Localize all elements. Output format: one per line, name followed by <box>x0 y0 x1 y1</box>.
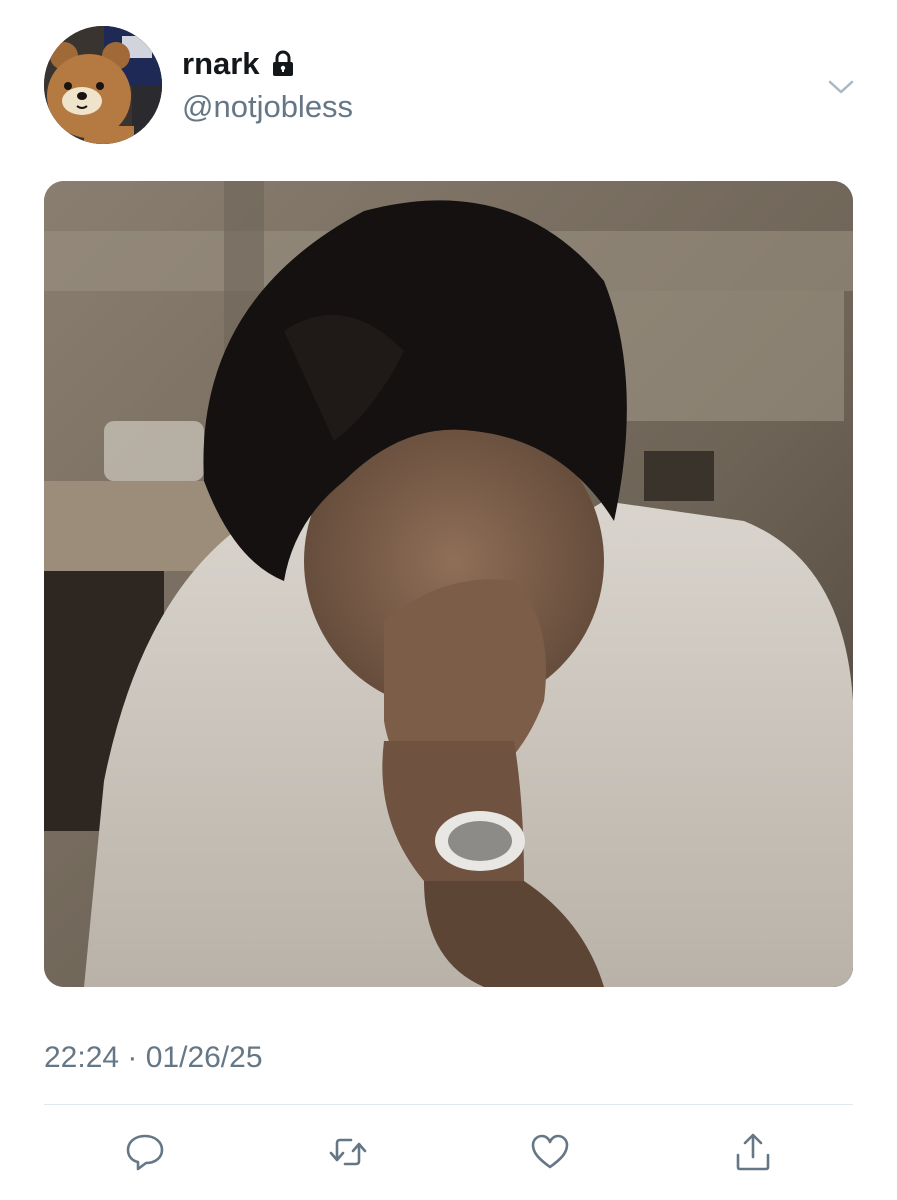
display-name[interactable]: rnark <box>182 46 298 82</box>
reply-button[interactable] <box>121 1128 169 1176</box>
chevron-down-icon[interactable] <box>826 72 856 102</box>
avatar[interactable] <box>44 26 162 144</box>
tweet-photo[interactable] <box>44 181 853 987</box>
teddy-bear-avatar-icon <box>44 26 162 144</box>
share-button[interactable] <box>729 1128 777 1176</box>
lock-icon <box>268 49 298 79</box>
tweet-timestamp[interactable]: 22:24 · 01/26/25 <box>44 1040 263 1076</box>
retweet-icon <box>329 1138 367 1166</box>
speech-bubble-icon <box>126 1134 164 1171</box>
retweet-button[interactable] <box>324 1128 372 1176</box>
share-icon <box>736 1133 770 1171</box>
tweet-card: rnark @notjobless 22:24 · 01/26/25 <box>0 0 897 1200</box>
photo-image <box>44 181 853 987</box>
like-button[interactable] <box>526 1128 574 1176</box>
divider <box>44 1104 853 1105</box>
display-name-text: rnark <box>182 46 260 81</box>
heart-icon <box>531 1134 569 1169</box>
user-handle[interactable]: @notjobless <box>182 89 353 125</box>
